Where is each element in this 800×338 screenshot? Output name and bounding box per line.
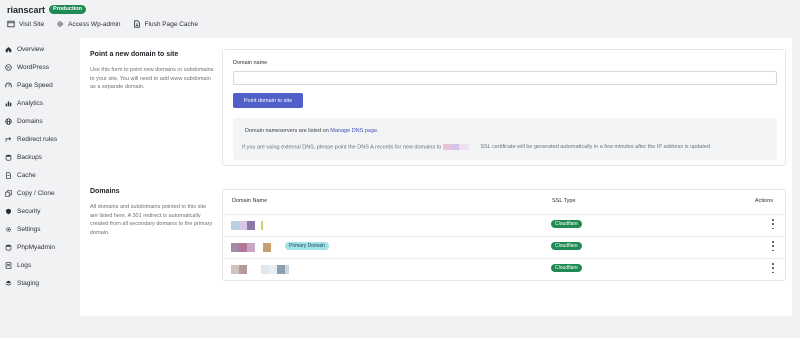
sidebar-item-backups[interactable]: Backups <box>0 148 80 166</box>
copy-icon <box>5 189 12 197</box>
redacted-domain <box>231 265 289 274</box>
database-icon <box>5 244 12 251</box>
point-domain-description: Use this form to point new domains or su… <box>90 67 214 90</box>
environment-badge: Production <box>49 5 87 14</box>
sidebar-item-label: WordPress <box>17 63 50 71</box>
dns-nameserver-text: Domain nameservers are listed on <box>245 128 329 134</box>
document-icon <box>6 171 11 179</box>
header-actions: Visit Site Access Wp-admin Flush Page Ca… <box>7 20 198 28</box>
column-header-actions: Actions <box>755 198 774 204</box>
dns-external-note: If you are using external DNS, please po… <box>242 144 712 150</box>
row-actions-menu-icon[interactable] <box>770 219 776 229</box>
sidebar-item-label: Backups <box>17 153 42 161</box>
sidebar-item-label: Domains <box>17 117 43 125</box>
manage-dns-link[interactable]: Manage DNS page. <box>330 128 378 134</box>
flush-page-cache-button[interactable]: Flush Page Cache <box>133 20 198 28</box>
domain-name-label: Domain name <box>233 60 268 66</box>
domains-table: Domain Name SSL Type Actions Cloudflare … <box>222 189 786 281</box>
sidebar-item-label: Staging <box>17 279 40 287</box>
top-bar: rianscart Production Visit Site Access W… <box>0 0 800 38</box>
row-actions-menu-icon[interactable] <box>770 263 776 273</box>
ssl-note-text: SSL certificate will be generated automa… <box>480 144 712 151</box>
layers-icon <box>5 280 12 286</box>
primary-domain-tag: Primary Domain <box>285 242 329 250</box>
visit-site-button[interactable]: Visit Site <box>7 20 44 28</box>
sidebar-item-logs[interactable]: Logs <box>0 256 80 274</box>
row-actions-menu-icon[interactable] <box>770 241 776 251</box>
sidebar: Overview W WordPress Page Speed Analytic… <box>0 40 80 292</box>
dns-external-text: If you are using external DNS, please po… <box>242 144 442 151</box>
document-icon <box>133 20 140 28</box>
sidebar-item-label: Copy / Clone <box>17 189 55 197</box>
point-domain-card: Domain name Point domain to site Domain … <box>222 49 786 166</box>
point-domain-title: Point a new domain to site <box>90 51 179 58</box>
redacted-domain <box>231 243 271 252</box>
ssl-badge: Cloudflare <box>551 242 582 250</box>
speedometer-icon <box>5 82 12 87</box>
sidebar-item-settings[interactable]: Settings <box>0 220 80 238</box>
domain-name-input[interactable] <box>233 71 777 85</box>
access-wp-admin-button[interactable]: Access Wp-admin <box>56 20 121 28</box>
redacted-ip <box>442 144 451 150</box>
gear-icon <box>57 21 63 27</box>
sidebar-item-cache[interactable]: Cache <box>0 166 80 184</box>
shield-icon <box>6 208 11 214</box>
dns-info-box: Domain nameservers are listed on Manage … <box>233 118 777 160</box>
table-row: Cloudflare <box>223 214 785 236</box>
database-icon <box>5 154 12 161</box>
dns-nameserver-note: Domain nameservers are listed on Manage … <box>245 128 379 134</box>
sidebar-item-label: Redirect rules <box>17 135 58 143</box>
domains-title: Domains <box>90 188 120 195</box>
sidebar-item-overview[interactable]: Overview <box>0 40 80 58</box>
redacted-domain <box>231 221 263 230</box>
sidebar-item-copy-clone[interactable]: Copy / Clone <box>0 184 80 202</box>
sidebar-item-label: Cache <box>17 171 36 179</box>
sidebar-item-analytics[interactable]: Analytics <box>0 94 80 112</box>
main-panel: Point a new domain to site Use this form… <box>80 38 792 316</box>
table-row: Primary Domain Cloudflare <box>223 236 785 258</box>
access-wp-admin-label: Access Wp-admin <box>68 20 121 28</box>
sidebar-item-phpmyadmin[interactable]: PhpMyadmin <box>0 238 80 256</box>
list-icon <box>5 261 12 269</box>
sidebar-item-label: Overview <box>17 45 45 53</box>
redacted-ip <box>458 144 469 150</box>
sidebar-item-staging[interactable]: Staging <box>0 274 80 292</box>
globe-icon <box>5 117 12 125</box>
sidebar-item-label: Page Speed <box>17 81 53 89</box>
redirect-icon <box>5 136 12 142</box>
sidebar-item-label: Logs <box>17 261 32 269</box>
window-icon <box>7 20 15 28</box>
visit-site-label: Visit Site <box>19 20 45 28</box>
flush-page-cache-label: Flush Page Cache <box>144 20 199 28</box>
sidebar-item-label: Analytics <box>17 99 44 107</box>
ssl-badge: Cloudflare <box>551 264 582 272</box>
sidebar-item-redirect-rules[interactable]: Redirect rules <box>0 130 80 148</box>
gear-icon <box>6 226 11 232</box>
column-header-ssl-type: SSL Type <box>552 198 576 204</box>
site-name: rianscart <box>7 5 46 15</box>
sidebar-item-domains[interactable]: Domains <box>0 112 80 130</box>
point-domain-button[interactable]: Point domain to site <box>233 93 303 108</box>
wordpress-icon: W <box>5 63 12 71</box>
sidebar-item-label: Settings <box>17 225 41 233</box>
sidebar-item-label: PhpMyadmin <box>17 243 55 251</box>
column-header-domain-name: Domain Name <box>232 198 268 204</box>
redacted-ip <box>450 144 459 150</box>
home-icon <box>5 46 12 52</box>
bar-chart-icon <box>5 100 12 106</box>
svg-text:W: W <box>7 64 11 69</box>
sidebar-item-page-speed[interactable]: Page Speed <box>0 76 80 94</box>
sidebar-item-security[interactable]: Security <box>0 202 80 220</box>
sidebar-item-wordpress[interactable]: W WordPress <box>0 58 80 76</box>
table-row: Cloudflare <box>223 258 785 280</box>
ssl-badge: Cloudflare <box>551 220 582 228</box>
sidebar-item-label: Security <box>17 207 41 215</box>
domains-description: All domains and subdomains pointed to th… <box>90 204 213 236</box>
